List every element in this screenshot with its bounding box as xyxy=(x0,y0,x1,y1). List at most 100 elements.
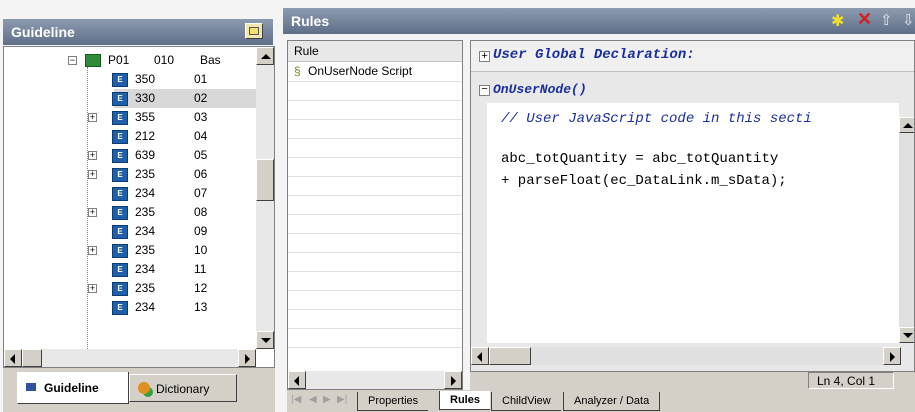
tree-vertical-scrollbar[interactable] xyxy=(256,47,274,349)
tree-row[interactable]: + E 355 03 xyxy=(4,108,256,127)
script-editor[interactable]: + User Global Declaration: − OnUserNode(… xyxy=(470,40,915,372)
tab-analyzer-data-label: Analyzer / Data xyxy=(574,395,650,407)
global-declaration-header[interactable]: + User Global Declaration: xyxy=(471,41,914,72)
editor-scroll-thumb[interactable] xyxy=(489,347,531,365)
editor-scroll-left[interactable] xyxy=(471,347,489,365)
tree-row[interactable]: + E 235 10 xyxy=(4,241,256,260)
editor-scroll-right[interactable] xyxy=(883,347,901,365)
global-section-label: User Global Declaration: xyxy=(493,47,695,63)
tree-row[interactable]: + E 235 08 xyxy=(4,203,256,222)
tree-row-id: 235 xyxy=(135,281,156,295)
up-folder-button[interactable] xyxy=(245,23,263,39)
up-folder-icon xyxy=(249,27,259,35)
nav-prev-icon[interactable]: ◀ xyxy=(309,394,317,405)
element-icon: E xyxy=(112,187,128,201)
scroll-right-button[interactable] xyxy=(238,349,256,367)
tree-row[interactable]: + E 235 12 xyxy=(4,279,256,298)
tree-row-id: 212 xyxy=(135,129,156,143)
tree-horizontal-scrollbar[interactable] xyxy=(4,349,256,367)
tree-row[interactable]: E 330 02 xyxy=(112,89,256,108)
tree-row-seq: 06 xyxy=(194,167,208,181)
rule-scroll-left[interactable] xyxy=(288,371,306,389)
tree-root-row[interactable]: − P01 010 Bas xyxy=(4,51,256,70)
tab-dictionary-label: Dictionary xyxy=(156,382,210,396)
tab-properties-label: Properties xyxy=(368,395,419,407)
rule-grid-line xyxy=(288,214,462,215)
tree-row-id: 234 xyxy=(135,186,156,200)
bottom-tab-bar: |◀ ◀ ▶ ▶| Properties Rules ChildView Ana… xyxy=(287,390,915,412)
tree-row[interactable]: + E 235 06 xyxy=(4,165,256,184)
code-area[interactable]: // User JavaScript code in this secti ab… xyxy=(487,103,899,343)
rule-grid-line xyxy=(288,138,462,139)
rule-scroll-right[interactable] xyxy=(444,371,462,389)
guideline-tree[interactable]: − P01 010 Bas E 350 01 E 330 02 + E 355 03 E 212 04 +… xyxy=(3,46,275,368)
tree-row[interactable]: E 212 04 xyxy=(4,127,256,146)
expand-icon[interactable]: + xyxy=(88,246,97,256)
scroll-left-button[interactable] xyxy=(4,349,22,367)
expand-icon[interactable]: + xyxy=(88,170,97,180)
tree-row-seq: 04 xyxy=(194,129,208,143)
scroll-down-button[interactable] xyxy=(256,331,274,349)
editor-scroll-down[interactable] xyxy=(899,327,914,343)
move-down-icon[interactable]: ⇩ xyxy=(902,11,915,29)
status-bar: Ln 4, Col 1 xyxy=(470,372,915,390)
arrow-down-icon xyxy=(903,333,913,338)
tab-analyzer-data[interactable]: Analyzer / Data xyxy=(563,392,661,411)
rule-grid-line xyxy=(288,271,462,272)
expand-icon[interactable]: + xyxy=(88,113,97,123)
editor-scroll-up[interactable] xyxy=(899,117,914,133)
expand-icon[interactable]: + xyxy=(479,51,490,63)
tab-rules[interactable]: Rules xyxy=(439,391,490,410)
tree-row[interactable]: + E 639 05 xyxy=(4,146,256,165)
rule-grid-line xyxy=(288,81,462,82)
element-icon: E xyxy=(112,206,128,220)
move-up-icon[interactable]: ⇧ xyxy=(880,11,893,29)
scroll-up-button[interactable] xyxy=(256,47,274,65)
tab-childview-label: ChildView xyxy=(502,395,551,407)
tab-dictionary[interactable]: Dictionary xyxy=(129,374,237,402)
tab-childview[interactable]: ChildView xyxy=(491,392,561,411)
arrow-right-icon xyxy=(890,352,895,362)
rules-title-bar: Rules xyxy=(283,8,915,34)
expand-icon[interactable]: + xyxy=(88,208,97,218)
nav-next-icon[interactable]: ▶ xyxy=(323,394,331,405)
function-section-header[interactable]: − OnUserNode() xyxy=(471,79,914,101)
element-icon: E xyxy=(112,149,128,163)
tree-row-id: 234 xyxy=(135,262,156,276)
arrow-up-icon xyxy=(903,123,913,128)
arrow-up-icon xyxy=(261,54,271,59)
nav-first-icon[interactable]: |◀ xyxy=(291,394,301,405)
tab-guideline[interactable]: Guideline xyxy=(17,372,129,404)
tree-row[interactable]: E 234 13 xyxy=(4,298,256,317)
editor-vertical-scrollbar[interactable] xyxy=(899,117,914,343)
delete-icon[interactable]: ✕ xyxy=(857,9,872,30)
tree-row-id: 235 xyxy=(135,243,156,257)
tree-row-id: 234 xyxy=(135,300,156,314)
rule-grid-line xyxy=(288,328,462,329)
tree-row-id: 355 xyxy=(135,110,156,124)
expand-icon[interactable]: + xyxy=(88,284,97,294)
tree-row[interactable]: E 234 07 xyxy=(4,184,256,203)
element-icon: E xyxy=(112,225,128,239)
tree-row[interactable]: E 234 09 xyxy=(4,222,256,241)
rule-list-hscrollbar[interactable] xyxy=(288,371,462,389)
scroll-thumb[interactable] xyxy=(256,159,274,201)
tree-row-seq: 11 xyxy=(194,262,207,276)
tree-row-id: 235 xyxy=(135,205,156,219)
rule-list[interactable]: Rule § OnUserNode Script xyxy=(287,40,463,390)
expand-icon[interactable]: + xyxy=(88,151,97,161)
rule-grid-line xyxy=(288,195,462,196)
tree-row[interactable]: E 350 01 xyxy=(4,70,256,89)
scroll-h-thumb[interactable] xyxy=(22,349,42,367)
editor-horizontal-scrollbar[interactable] xyxy=(471,347,901,365)
add-rule-icon[interactable]: ✱ xyxy=(831,11,844,31)
tree-row[interactable]: E 234 11 xyxy=(4,260,256,279)
tree-row-seq: 01 xyxy=(194,72,208,86)
rule-item[interactable]: § OnUserNode Script xyxy=(288,61,462,81)
tree-row-id: 639 xyxy=(135,148,156,162)
collapse-icon[interactable]: − xyxy=(479,85,490,96)
arrow-left-icon xyxy=(10,354,15,364)
nav-last-icon[interactable]: ▶| xyxy=(337,394,347,405)
collapse-icon[interactable]: − xyxy=(68,56,77,66)
tab-properties[interactable]: Properties xyxy=(357,392,429,411)
